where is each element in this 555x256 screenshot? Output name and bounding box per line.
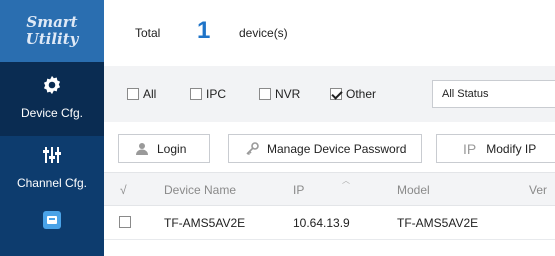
filter-all-checkbox[interactable]: All <box>127 87 156 101</box>
app-logo: Smart Utility <box>0 0 104 62</box>
total-label: Total <box>135 26 161 40</box>
ip-icon: IP <box>463 140 477 157</box>
modify-ip-button[interactable]: IP Modify IP <box>436 134 555 163</box>
column-header-version[interactable]: Ver <box>529 183 547 197</box>
key-icon <box>246 141 259 155</box>
sidebar-item-channel-cfg[interactable]: Channel Cfg. <box>0 136 104 202</box>
manage-password-label: Manage Device Password <box>267 141 407 156</box>
logo-line-2: Utility <box>25 30 79 48</box>
sidebar-item-app[interactable] <box>0 210 104 256</box>
device-summary: Total 1 device(s) <box>104 0 555 64</box>
status-select[interactable]: All Status <box>432 80 555 108</box>
device-count: 1 <box>197 17 211 44</box>
filter-nvr-checkbox[interactable]: NVR <box>259 87 300 101</box>
checkbox-box <box>330 88 342 100</box>
modify-ip-label: Modify IP <box>486 141 537 156</box>
filter-other-checkbox[interactable]: Other <box>330 87 376 101</box>
column-header-ip[interactable]: IP <box>293 183 304 197</box>
app-icon <box>43 211 61 229</box>
checkbox-label: All <box>143 87 157 101</box>
cell-ip: 10.64.13.9 <box>293 216 350 230</box>
device-unit-label: device(s) <box>239 26 288 40</box>
manage-password-button[interactable]: Manage Device Password <box>228 134 422 163</box>
sidebar-item-device-cfg[interactable]: Device Cfg. <box>0 62 104 136</box>
sidebar-item-label: Channel Cfg. <box>16 176 88 190</box>
toolbar: Login Manage Device Password IP Modify I… <box>104 130 555 166</box>
login-button[interactable]: Login <box>118 134 210 163</box>
table-row[interactable]: TF-AMS5AV2E 10.64.13.9 TF-AMS5AV2E <box>104 206 555 240</box>
cell-device-name: TF-AMS5AV2E <box>164 216 246 230</box>
filter-ipc-checkbox[interactable]: IPC <box>190 87 226 101</box>
sidebar-item-label: Device Cfg. <box>20 106 84 120</box>
checkbox-label: Other <box>346 87 377 101</box>
column-header-model[interactable]: Model <box>397 183 430 197</box>
checkbox-box <box>259 88 271 100</box>
login-label: Login <box>157 141 187 156</box>
user-icon <box>136 142 148 155</box>
sidebar: Smart Utility Device Cfg. Channel Cfg. <box>0 0 104 256</box>
checkbox-label: NVR <box>275 87 301 101</box>
checkbox-box <box>190 88 202 100</box>
filter-bar: All IPC NVR Other All Status <box>104 66 555 122</box>
checkbox-label: IPC <box>206 87 227 101</box>
checkbox-box <box>127 88 139 100</box>
sliders-icon <box>43 147 61 163</box>
cell-model: TF-AMS5AV2E <box>397 216 479 230</box>
gear-icon <box>43 75 61 95</box>
row-checkbox[interactable] <box>119 216 131 228</box>
table-header: √ Device Name ︿ IP Model Ver <box>104 172 555 206</box>
logo-line-1: Smart <box>26 13 78 31</box>
column-header-device-name[interactable]: Device Name <box>164 183 236 197</box>
main-panel: Total 1 device(s) All IPC NVR Other All … <box>104 0 555 256</box>
select-all-header[interactable]: √ <box>120 183 127 197</box>
sort-indicator-icon: ︿ <box>342 176 350 185</box>
